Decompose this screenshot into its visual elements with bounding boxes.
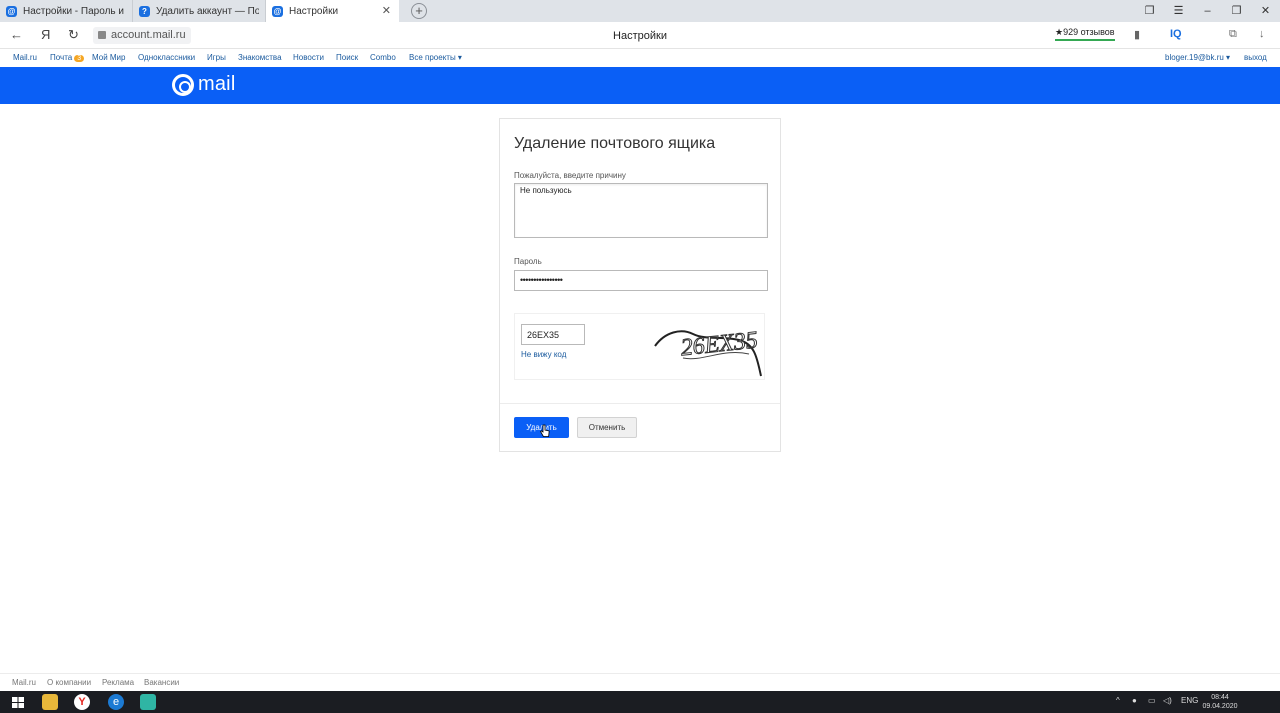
address-bar: ← Я ↻ account.mail.ru Настройки ★929 отз… [0, 22, 1280, 49]
clock-time: 08:44 [1211, 694, 1229, 701]
footer-link-jobs[interactable]: Вакансии [144, 678, 179, 687]
nav-item-news[interactable]: Новости [293, 53, 324, 62]
user-menu[interactable]: bloger.19@bk.ru ▾ [1165, 53, 1230, 62]
minimize-icon[interactable]: – [1193, 0, 1222, 22]
tab-title: Настройки [289, 5, 339, 17]
logo-text: mail [198, 73, 236, 95]
footer-link-mailru[interactable]: Mail.ru [12, 678, 36, 687]
footer-link-ads[interactable]: Реклама [102, 678, 134, 687]
new-tab-button[interactable]: + [411, 3, 427, 19]
help-favicon-icon: ? [139, 5, 150, 17]
hand-cursor-icon [540, 424, 550, 437]
taskbar-clock[interactable]: 08:44 09.04.2020 [1200, 693, 1240, 711]
password-field[interactable]: •••••••••••••••• [514, 270, 768, 291]
mail-favicon-icon: @ [272, 5, 283, 17]
tab-close-icon[interactable]: ✕ [382, 4, 391, 17]
tab-title: Настройки - Пароль и бе [23, 5, 126, 17]
tab-settings-active[interactable]: @ Настройки ✕ [266, 0, 399, 22]
tab-title: Удалить аккаунт — Помо [156, 5, 259, 17]
microphone-icon[interactable]: ● [1132, 696, 1137, 705]
password-label: Пароль [514, 257, 542, 266]
nav-item-search[interactable]: Поиск [336, 53, 358, 62]
volume-icon[interactable]: ◁) [1163, 696, 1172, 705]
nav-item-dating[interactable]: Знакомства [238, 53, 282, 62]
mail-logo[interactable]: mail [172, 73, 235, 96]
restore-icon[interactable]: ❐ [1222, 0, 1251, 22]
at-sign-icon [172, 73, 194, 96]
mail-favicon-icon: @ [6, 5, 17, 17]
browser-tab-strip: @ Настройки - Пароль и бе ? Удалить акка… [0, 0, 1280, 22]
reviews-badge[interactable]: ★929 отзывов [1055, 27, 1115, 41]
footer-link-about[interactable]: О компании [47, 678, 91, 687]
menu-icon[interactable]: ☰ [1164, 0, 1193, 22]
bookmark-icon[interactable]: ▮ [1134, 28, 1140, 41]
windows-taskbar: Y e ^ ● ▭ ◁) ENG 08:44 09.04.2020 [0, 691, 1280, 713]
nav-item-all-projects[interactable]: Все проекты ▾ [409, 53, 462, 62]
clock-date: 09.04.2020 [1202, 703, 1238, 710]
file-explorer-icon[interactable] [42, 694, 58, 710]
edge-icon[interactable]: e [108, 694, 124, 710]
captcha-input[interactable]: 26EX35 [521, 324, 585, 345]
windows-start-icon[interactable] [10, 694, 26, 710]
tab-delete-account-help[interactable]: ? Удалить аккаунт — Помо [133, 0, 266, 22]
nav-item-label: Почта [50, 53, 73, 62]
reason-textarea[interactable]: Не пользуюсь [514, 183, 768, 238]
logout-link[interactable]: выход [1244, 53, 1267, 62]
tabs-list-icon[interactable]: ❐ [1135, 0, 1164, 22]
tab-settings-password[interactable]: @ Настройки - Пароль и бе [0, 0, 133, 22]
captcha-block: 26EX35 Не вижу код 26EX35 [514, 313, 765, 380]
nav-item-ok[interactable]: Одноклассники [138, 53, 195, 62]
unread-count-badge: 3 [74, 55, 85, 62]
captcha-image: 26EX35 [654, 327, 762, 377]
form-divider [500, 403, 780, 404]
delete-mailbox-form: Удаление почтового ящика Пожалуйста, вве… [499, 118, 781, 452]
language-indicator[interactable]: ENG [1181, 696, 1198, 705]
tray-chevron-icon[interactable]: ^ [1116, 696, 1120, 705]
network-icon[interactable]: ▭ [1148, 696, 1156, 705]
iq-icon[interactable]: IQ [1170, 28, 1182, 40]
reason-label: Пожалуйста, введите причину [514, 171, 626, 180]
nav-item-games[interactable]: Игры [207, 53, 226, 62]
yandex-browser-icon[interactable]: Y [74, 694, 90, 710]
nav-item-combo[interactable]: Combo [370, 53, 396, 62]
page-footer: Mail.ru О компании Реклама Вакансии [0, 673, 1280, 691]
cancel-button[interactable]: Отменить [577, 417, 637, 438]
form-title: Удаление почтового ящика [514, 135, 716, 152]
extensions-icon[interactable]: ⧉ [1229, 28, 1237, 41]
nav-item-mailru[interactable]: Mail.ru [13, 53, 37, 62]
window-controls: ❐ ☰ – ❐ ✕ [1135, 0, 1280, 22]
nav-item-mail[interactable]: Почта 3 [50, 53, 85, 62]
download-icon[interactable]: ↓ [1259, 28, 1265, 40]
mail-header: mail [0, 67, 1280, 104]
close-window-icon[interactable]: ✕ [1251, 0, 1280, 22]
captcha-refresh-link[interactable]: Не вижу код [521, 350, 566, 359]
portal-nav: Mail.ru Почта 3 Мой Мир Одноклассники Игр… [0, 49, 1280, 67]
screen-recorder-icon[interactable] [140, 694, 156, 710]
nav-item-myworld[interactable]: Мой Мир [92, 53, 125, 62]
